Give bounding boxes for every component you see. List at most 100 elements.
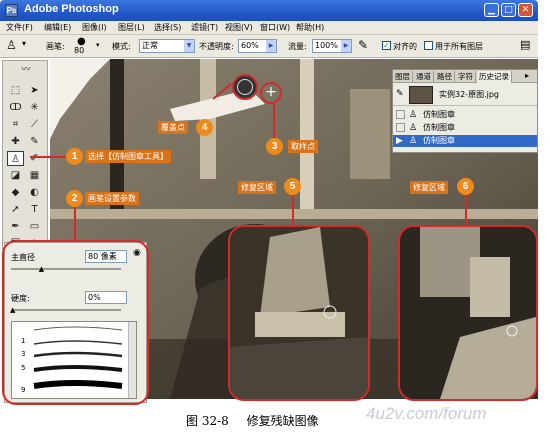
minimize-icon: ▁ [488,5,495,15]
crosshair-icon: + [265,84,277,100]
airbrush-icon[interactable]: ✎ [358,38,368,52]
callout-number: 2 [66,190,83,207]
tab-character[interactable]: 字符 [456,71,476,83]
move-tool-icon[interactable]: ➤ [26,83,43,98]
photoshop-feather-icon[interactable]: 〰 [11,63,41,78]
all-layers-checkbox[interactable] [424,41,433,50]
flow-label: 流量: [288,42,307,51]
callout-number: 1 [66,148,83,165]
repair-area-image-1 [230,227,368,399]
mode-label: 模式: [112,42,131,51]
brush-picker-chevron-icon[interactable]: ▾ [96,41,100,49]
history-step-selected[interactable]: ▶ ♙ 仿制图章 [393,135,537,147]
window-title: Adobe Photoshop [24,3,119,15]
opacity-input[interactable]: 60% ▶ [238,39,277,53]
palette-well-icon[interactable]: ▤ [520,38,530,51]
slice-tool-icon[interactable]: ⟋ [26,117,43,132]
magic-wand-tool-icon[interactable]: ✳ [26,100,43,115]
toolbox: 〰 ⬚ ➤ ↀ ✳ ⌗ ⟋ ✚ ✎ ♙ ✐ ◪ ▦ ◆ ◐ ➚ T ✒ ▭ ▤ … [2,60,48,250]
shape-tool-icon[interactable]: ▭ [26,219,43,234]
callout-number: 5 [284,178,301,195]
menu-help[interactable]: 帮助(H) [296,22,324,33]
callout-6-arrow [465,196,467,226]
sample-point-marker: + [260,82,282,104]
aligned-label: 对齐的 [393,42,417,51]
close-button[interactable]: ✕ [518,3,533,17]
callout-label: 修复区域 [238,181,276,194]
aligned-checkbox[interactable]: ✓ [382,41,391,50]
history-step-label: 仿制图章 [423,110,455,119]
cover-point-marker [232,74,258,100]
mode-select[interactable]: 正常 ▼ [139,39,195,53]
callout-5-arrow [292,196,294,226]
lasso-tool-icon[interactable]: ↀ [7,100,24,115]
all-layers-label: 用于所有图层 [435,42,483,51]
panel-tabs: 图层 通道 路径 字符 历史记录 ▸ [393,70,537,83]
flow-input[interactable]: 100% ▶ [312,39,352,53]
blur-tool-icon[interactable]: ◆ [7,185,24,200]
path-selection-tool-icon[interactable]: ➚ [7,202,24,217]
clone-stamp-icon: ♙ [409,110,418,120]
history-step[interactable]: ♙ 仿制图章 [393,122,537,134]
clone-stamp-preset-icon[interactable]: ♙ [6,38,17,52]
callout-2-arrow [74,207,76,241]
clone-stamp-tool-icon[interactable]: ♙ [7,151,24,166]
dodge-tool-icon[interactable]: ◐ [26,185,43,200]
figure-number: 图 32-8 [186,414,229,428]
crop-tool-icon[interactable]: ⌗ [7,117,24,132]
chevron-right-icon: ▶ [266,40,276,52]
chevron-right-icon: ▶ [341,40,351,52]
menu-window[interactable]: 窗口(W) [260,22,290,33]
tab-layers[interactable]: 图层 [393,71,413,83]
mode-value: 正常 [142,41,158,50]
history-snapshot[interactable]: ✎ 实例32-原图.jpg [393,84,537,106]
healing-brush-tool-icon[interactable]: ✚ [7,134,24,149]
menu-file[interactable]: 文件(F) [6,22,33,33]
opacity-label: 不透明度: [199,42,234,51]
snapshot-name: 实例32-原图.jpg [439,90,499,99]
history-source-box[interactable] [396,110,405,119]
history-source-box[interactable] [396,123,405,132]
menu-select[interactable]: 选择(S) [154,22,181,33]
callout-label: 修复区域 [410,181,448,194]
clone-stamp-icon: ♙ [409,123,418,133]
title-bar: Ps Adobe Photoshop ▁ □ ✕ [0,0,538,21]
history-brush-tool-icon[interactable]: ✐ [26,151,43,166]
callout-1-arrow [30,156,68,158]
type-tool-icon[interactable]: T [26,202,43,217]
pen-tool-icon[interactable]: ✒ [7,219,24,234]
tab-channels[interactable]: 通道 [414,71,434,83]
tab-history[interactable]: 历史记录 [477,71,512,83]
history-panel: 图层 通道 路径 字符 历史记录 ▸ ✎ 实例32-原图.jpg ♙ 仿制图章 … [392,69,538,153]
history-step-label: 仿制图章 [423,123,455,132]
eraser-tool-icon[interactable]: ◪ [7,168,24,183]
chevron-down-icon[interactable]: ▾ [22,39,26,48]
menu-edit[interactable]: 编辑(E) [44,22,71,33]
history-step-label: 仿制图章 [423,136,455,145]
maximize-icon: □ [504,5,513,15]
tab-paths[interactable]: 路径 [435,71,455,83]
menu-bar: 文件(F) 编辑(E) 图像(I) 图层(L) 选择(S) 滤镜(T) 视图(V… [0,21,538,35]
watermark: 4u2v.com/forum [366,404,487,423]
brush-size-value[interactable]: 80 [74,46,84,55]
repair-area-image-2 [400,227,536,399]
marquee-tool-icon[interactable]: ⬚ [7,83,24,98]
callout-label: 覆盖点 [158,121,188,134]
repair-area-zoom-1 [228,225,370,401]
brush-tool-icon[interactable]: ✎ [26,134,43,149]
panel-menu-icon[interactable]: ▸ [525,71,529,80]
current-state-marker-icon: ▶ [396,136,403,146]
tool-options-bar: ♙ ▾ 画笔: ● 80 ▾ 模式: 正常 ▼ 不透明度: 60% ▶ 流量: … [0,35,538,58]
menu-image[interactable]: 图像(I) [82,22,107,33]
gradient-tool-icon[interactable]: ▦ [26,168,43,183]
menu-layer[interactable]: 图层(L) [118,22,145,33]
menu-filter[interactable]: 滤镜(T) [191,22,218,33]
menu-view[interactable]: 视图(V) [225,22,253,33]
snapshot-thumbnail [409,86,433,104]
brush-label: 画笔: [46,42,65,51]
figure-caption: 图 32-8 修复残缺图像 [186,412,319,429]
maximize-button[interactable]: □ [501,3,516,17]
history-step[interactable]: ♙ 仿制图章 [393,109,537,121]
minimize-button[interactable]: ▁ [484,3,499,17]
close-icon: ✕ [521,5,530,15]
